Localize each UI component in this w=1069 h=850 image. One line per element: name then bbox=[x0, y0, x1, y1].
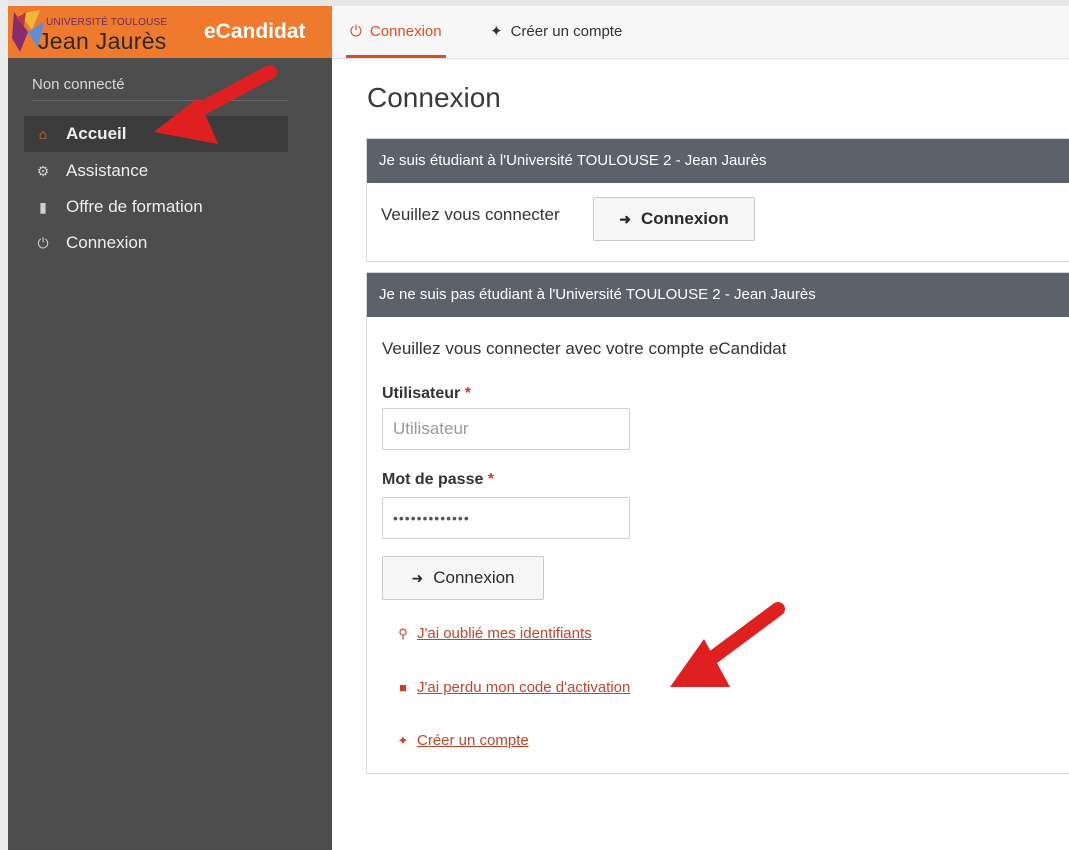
sidebar-divider bbox=[32, 100, 288, 101]
password-label: Mot de passe * bbox=[382, 471, 494, 489]
sidebar-item-connexion[interactable]: ⏻ Connexion bbox=[24, 225, 288, 261]
power-icon: ⏻ bbox=[37, 235, 49, 251]
sidebar-item-offre-de-formation[interactable]: ▮ Offre de formation bbox=[24, 189, 288, 225]
brand-header[interactable]: UNIVERSITÉ TOULOUSE Jean Jaurès eCandida… bbox=[8, 6, 332, 58]
support-icon: ⚙ bbox=[36, 163, 50, 179]
sidebar-item-label: Offre de formation bbox=[66, 197, 203, 216]
bookmark-icon: ▮ bbox=[39, 199, 47, 215]
create-account-link[interactable]: ✦ Créer un compte bbox=[395, 732, 529, 749]
student-login-panel: Je suis étudiant à l'Université TOULOUSE… bbox=[366, 138, 1069, 262]
sidebar-item-accueil[interactable]: ⌂ Accueil bbox=[24, 116, 288, 152]
label-text: Utilisateur bbox=[382, 385, 461, 402]
password-input[interactable] bbox=[382, 497, 630, 539]
label-text: Mot de passe bbox=[382, 471, 484, 488]
student-login-button[interactable]: ➜ Connexion bbox=[593, 197, 755, 241]
forgot-credentials-link[interactable]: ⚲ J'ai oublié mes identifiants bbox=[395, 625, 592, 642]
required-mark: * bbox=[487, 471, 495, 488]
account-login-button[interactable]: ➜ Connexion bbox=[382, 556, 544, 600]
university-line: UNIVERSITÉ TOULOUSE bbox=[46, 17, 168, 28]
window-frame-left bbox=[0, 0, 8, 850]
tab-connexion[interactable]: ⏻ Connexion bbox=[346, 6, 446, 58]
required-mark: * bbox=[464, 385, 471, 402]
page-title: Connexion bbox=[367, 82, 501, 113]
power-icon: ⏻ bbox=[350, 23, 362, 40]
link-label: Créer un compte bbox=[417, 732, 529, 749]
magic-wand-icon: ✦ bbox=[397, 733, 409, 748]
tab-label: Créer un compte bbox=[510, 23, 623, 40]
top-tab-bar: ⏻ Connexion ✦ Créer un compte bbox=[332, 6, 1069, 59]
sidebar-item-label: Accueil bbox=[66, 124, 127, 143]
university-name: Jean Jaurès bbox=[38, 28, 167, 54]
username-label: Utilisateur * bbox=[382, 385, 471, 403]
panel-header: Je ne suis pas étudiant à l'Université T… bbox=[367, 273, 1069, 317]
button-label: Connexion bbox=[433, 568, 515, 587]
sidebar: UNIVERSITÉ TOULOUSE Jean Jaurès eCandida… bbox=[8, 6, 332, 850]
login-status: Non connecté bbox=[32, 76, 125, 93]
sign-in-icon: ➜ bbox=[619, 211, 631, 227]
panel-text: Veuillez vous connecter avec votre compt… bbox=[382, 339, 787, 358]
lost-activation-code-link[interactable]: ■ J'ai perdu mon code d'activation bbox=[395, 679, 630, 696]
tab-label: Connexion bbox=[369, 23, 442, 40]
button-label: Connexion bbox=[640, 209, 729, 228]
username-input[interactable] bbox=[382, 408, 630, 450]
app-name: eCandidat bbox=[204, 20, 306, 43]
sidebar-item-assistance[interactable]: ⚙ Assistance bbox=[24, 153, 288, 189]
home-icon: ⌂ bbox=[38, 126, 48, 142]
lock-icon: ■ bbox=[399, 680, 407, 695]
link-label: J'ai perdu mon code d'activation bbox=[417, 679, 631, 696]
key-icon: ⚲ bbox=[398, 626, 408, 641]
sidebar-item-label: Assistance bbox=[66, 161, 149, 180]
sign-in-icon: ➜ bbox=[411, 570, 424, 586]
panel-text: Veuillez vous connecter bbox=[381, 205, 560, 224]
link-label: J'ai oublié mes identifiants bbox=[417, 625, 592, 642]
account-login-panel: Je ne suis pas étudiant à l'Université T… bbox=[366, 272, 1069, 774]
sidebar-item-label: Connexion bbox=[66, 233, 148, 252]
panel-header: Je suis étudiant à l'Université TOULOUSE… bbox=[367, 139, 1069, 183]
tab-creer-un-compte[interactable]: ✦ Créer un compte bbox=[490, 6, 622, 58]
magic-wand-icon: ✦ bbox=[490, 23, 503, 40]
